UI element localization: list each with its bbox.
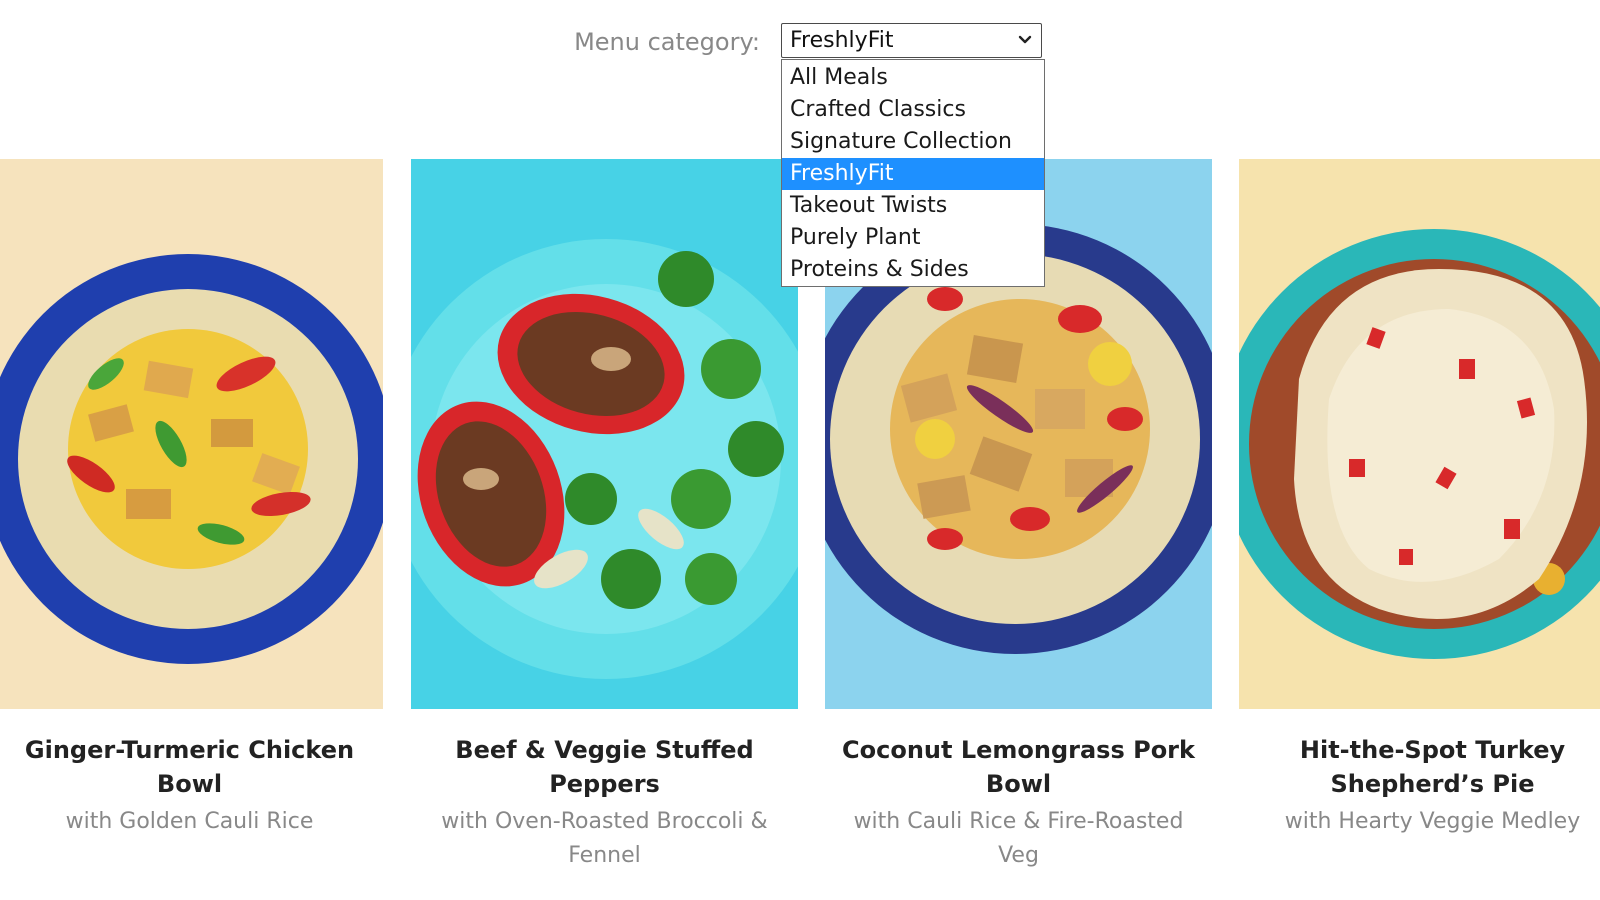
menu-page: Menu category: FreshlyFit All Meals Craf… bbox=[0, 0, 1600, 900]
dropdown-option-takeout-twists[interactable]: Takeout Twists bbox=[782, 190, 1044, 222]
meal-image[interactable] bbox=[411, 159, 798, 709]
dropdown-option-crafted-classics[interactable]: Crafted Classics bbox=[782, 94, 1044, 126]
dropdown-option-proteins-sides[interactable]: Proteins & Sides bbox=[782, 254, 1044, 286]
meal-title[interactable]: Beef & Veggie Stuffed Peppers bbox=[423, 733, 786, 801]
meal-title[interactable]: Coconut Lemongrass Pork Bowl bbox=[837, 733, 1200, 801]
meal-card-turkey-shepherds-pie[interactable]: Hit-the-Spot Turkey Shepherd’s Pie with … bbox=[1239, 159, 1600, 839]
meal-title[interactable]: Hit-the-Spot Turkey Shepherd’s Pie bbox=[1251, 733, 1600, 801]
chevron-down-icon bbox=[1018, 35, 1032, 44]
menu-category-selected-value: FreshlyFit bbox=[790, 28, 894, 53]
meal-image[interactable] bbox=[0, 159, 383, 709]
menu-category-select[interactable]: FreshlyFit bbox=[781, 23, 1042, 58]
dropdown-option-all-meals[interactable]: All Meals bbox=[782, 62, 1044, 94]
menu-category-dropdown: All Meals Crafted Classics Signature Col… bbox=[781, 59, 1045, 287]
dropdown-option-signature-collection[interactable]: Signature Collection bbox=[782, 126, 1044, 158]
meal-subtitle: with Hearty Veggie Medley bbox=[1284, 809, 1581, 834]
meal-image[interactable] bbox=[1239, 159, 1600, 709]
meal-card-ginger-turmeric-chicken[interactable]: Ginger-Turmeric Chicken Bowl with Golden… bbox=[0, 159, 383, 839]
meal-card-beef-veggie-stuffed-peppers[interactable]: Beef & Veggie Stuffed Peppers with Oven-… bbox=[411, 159, 798, 873]
meal-subtitle: with Oven-Roasted Broccoli & Fennel bbox=[441, 809, 768, 868]
menu-category-label: Menu category: bbox=[574, 28, 760, 56]
meal-subtitle: with Golden Cauli Rice bbox=[65, 809, 314, 834]
dropdown-option-freshlyfit[interactable]: FreshlyFit bbox=[782, 158, 1044, 190]
meal-subtitle: with Cauli Rice & Fire-Roasted Veg bbox=[853, 809, 1184, 868]
dropdown-option-purely-plant[interactable]: Purely Plant bbox=[782, 222, 1044, 254]
meal-title[interactable]: Ginger-Turmeric Chicken Bowl bbox=[8, 733, 371, 801]
